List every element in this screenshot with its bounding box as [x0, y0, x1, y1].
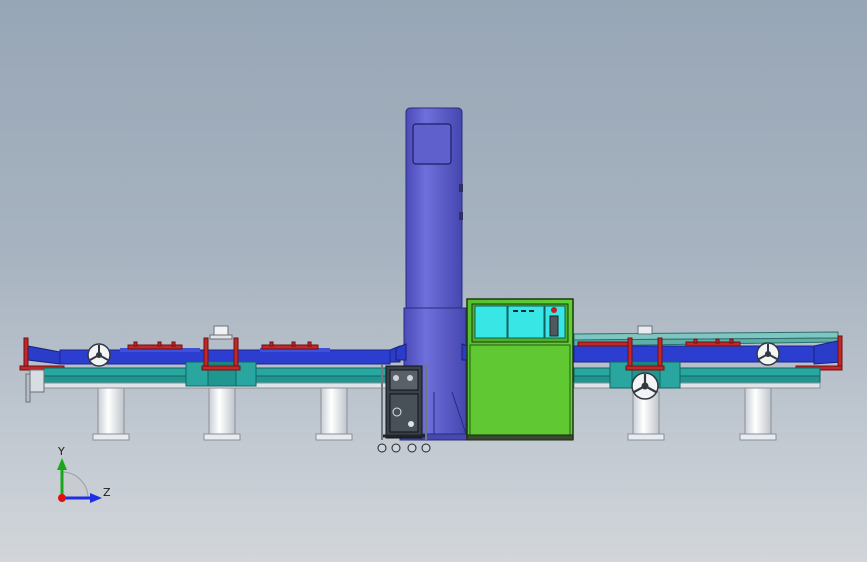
machine-drawing: Y Z	[19, 107, 843, 503]
right-arm	[573, 325, 843, 400]
handwheel-icon	[631, 372, 659, 400]
support-leg	[92, 387, 130, 441]
axis-triad: Y Z	[57, 445, 111, 503]
z-axis-label: Z	[103, 486, 111, 499]
support-leg	[739, 387, 777, 441]
support-leg	[315, 387, 353, 441]
handwheel-icon	[87, 343, 111, 367]
cad-viewport[interactable]: Y Z	[0, 0, 867, 562]
handwheel-icon	[756, 342, 780, 366]
support-leg	[203, 387, 241, 441]
y-axis-label: Y	[57, 445, 65, 458]
control-cabinet	[466, 298, 574, 441]
